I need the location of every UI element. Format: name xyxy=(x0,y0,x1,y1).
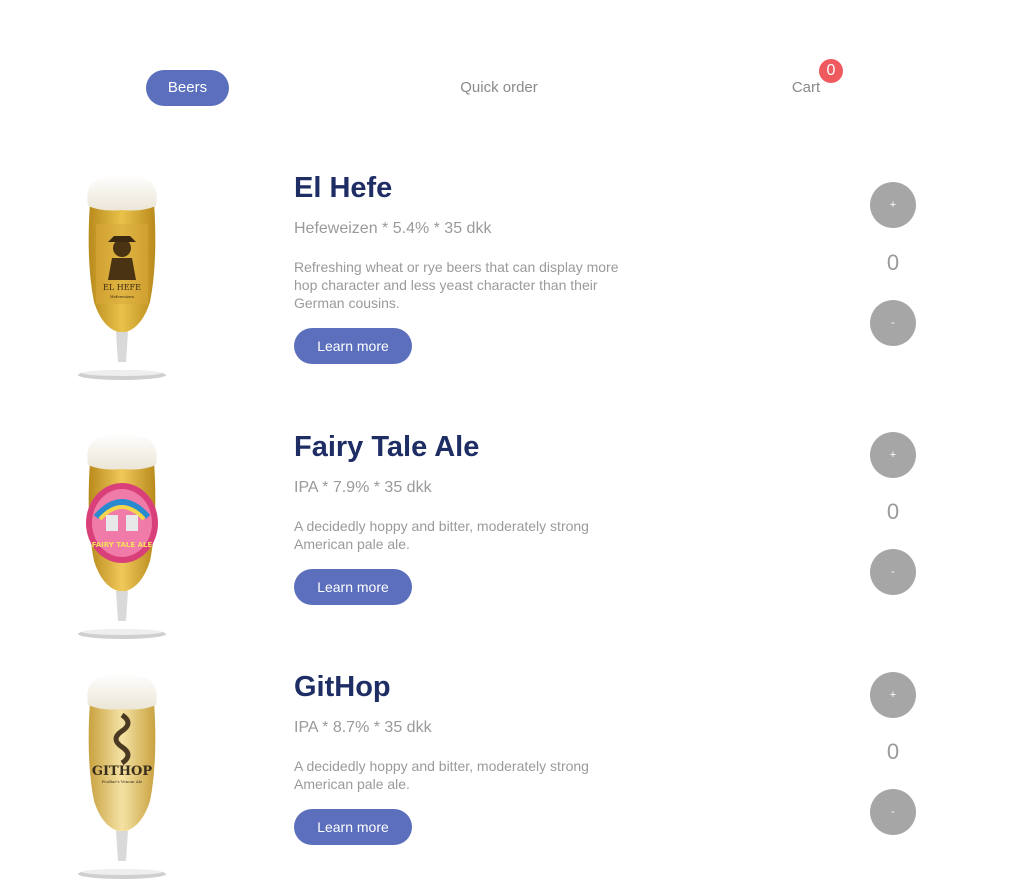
beer-meta: Hefeweizen * 5.4% * 35 dkk xyxy=(294,220,492,237)
learn-more-button[interactable]: Learn more xyxy=(294,569,412,605)
beer-glass-image: GITHOP FooBar's Venom Ale xyxy=(78,673,166,879)
beer-card-githop: GITHOP FooBar's Venom Ale GitHop IPA * 8… xyxy=(0,671,1022,882)
increase-quantity-button[interactable]: + xyxy=(870,432,916,478)
el-hefe-label-sub: Hefeweizen xyxy=(110,294,134,299)
learn-more-button[interactable]: Learn more xyxy=(294,328,412,364)
beer-name: El Hefe xyxy=(294,172,393,204)
fairy-tale-label-text: FAIRY TALE ALE xyxy=(92,541,153,549)
nav-beers-tab[interactable]: Beers xyxy=(146,70,229,106)
beer-card-fairy-tale-ale: FAIRY TALE ALE Fairy Tale Ale IPA * 7.9%… xyxy=(0,431,1022,671)
quantity-value: 0 xyxy=(886,739,900,764)
increase-quantity-button[interactable]: + xyxy=(870,182,916,228)
beer-description: A decidedly hoppy and bitter, moderately… xyxy=(294,758,589,792)
beer-card-el-hefe: EL HEFE Hefeweizen El Hefe Hefeweizen * … xyxy=(0,172,1022,412)
beer-description: A decidedly hoppy and bitter, moderately… xyxy=(294,518,589,552)
decrease-quantity-button[interactable]: - xyxy=(870,549,916,595)
beer-glass-image: EL HEFE Hefeweizen xyxy=(78,174,166,380)
beer-meta: IPA * 8.7% * 35 dkk xyxy=(294,719,432,736)
githop-label-text: GITHOP xyxy=(92,764,152,779)
beer-glass-image: FAIRY TALE ALE xyxy=(78,433,166,639)
page: Beers Quick order Cart 0 EL HEFE Hefewei… xyxy=(0,0,1022,882)
el-hefe-label-text: EL HEFE xyxy=(103,283,141,292)
beer-meta: IPA * 7.9% * 35 dkk xyxy=(294,479,432,496)
nav-quick-order-tab[interactable]: Quick order xyxy=(440,70,558,106)
quantity-value: 0 xyxy=(886,499,900,524)
beer-description: Refreshing wheat or rye beers that can d… xyxy=(294,259,619,311)
githop-label-sub: FooBar's Venom Ale xyxy=(102,779,143,784)
increase-quantity-button[interactable]: + xyxy=(870,672,916,718)
decrease-quantity-button[interactable]: - xyxy=(870,300,916,346)
cart-count-badge: 0 xyxy=(819,59,843,83)
decrease-quantity-button[interactable]: - xyxy=(870,789,916,835)
top-nav: Beers Quick order Cart 0 xyxy=(0,0,1022,130)
learn-more-button[interactable]: Learn more xyxy=(294,809,412,845)
quantity-value: 0 xyxy=(886,250,900,275)
beer-name: Fairy Tale Ale xyxy=(294,431,480,463)
beer-name: GitHop xyxy=(294,671,391,703)
